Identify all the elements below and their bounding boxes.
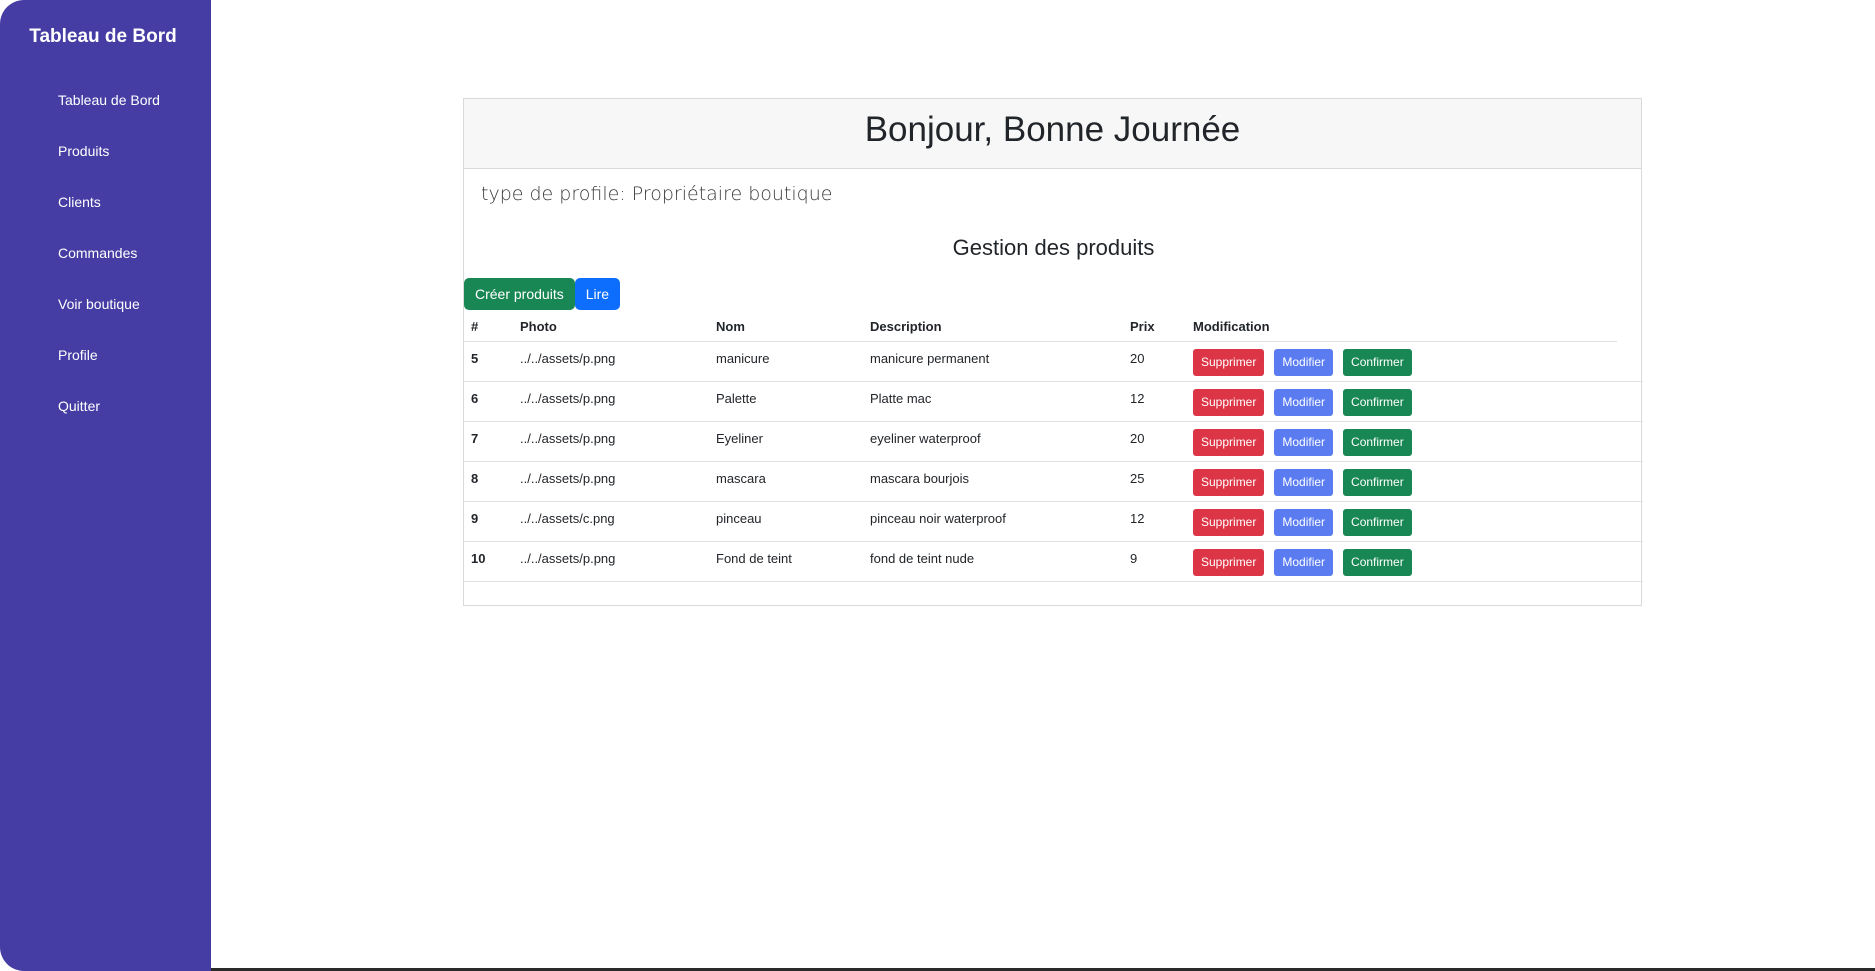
- create-products-button[interactable]: Créer produits: [464, 278, 575, 310]
- cell-photo: ../../assets/c.png: [513, 501, 709, 542]
- cell-actions: Supprimer Modifier Confirmer: [1186, 381, 1617, 422]
- header-nom: Nom: [709, 312, 863, 342]
- cell-nom: Eyeliner: [709, 421, 863, 462]
- cell-id: 9: [464, 501, 513, 542]
- table-row: 10 ../../assets/p.png Fond de teint fond de…: [464, 541, 1643, 582]
- table-body: 5 ../../assets/p.png manicure manicure perm…: [464, 341, 1643, 582]
- delete-button[interactable]: Supprimer: [1193, 469, 1265, 496]
- section-title: Gestion des produits: [952, 235, 1155, 260]
- confirm-button[interactable]: Confirmer: [1343, 549, 1412, 576]
- sidebar-item-profile[interactable]: Profile: [58, 343, 160, 394]
- delete-button[interactable]: Supprimer: [1193, 429, 1265, 456]
- confirm-button[interactable]: Confirmer: [1343, 349, 1412, 376]
- cell-filler: [1617, 501, 1643, 542]
- greeting-header: Bonjour, Bonne Journée: [464, 99, 1641, 169]
- edit-button[interactable]: Modifier: [1274, 549, 1334, 576]
- delete-button[interactable]: Supprimer: [1193, 389, 1265, 416]
- header-description: Description: [863, 312, 1123, 342]
- sidebar-nav: Tableau de Bord Produits Clients Commandes V…: [58, 88, 160, 445]
- cell-photo: ../../assets/p.png: [513, 461, 709, 502]
- sidebar-item-clients[interactable]: Clients: [58, 190, 160, 241]
- cell-description: pinceau noir waterproof: [863, 501, 1123, 542]
- cell-nom: Palette: [709, 381, 863, 422]
- header-photo: Photo: [513, 312, 709, 342]
- edit-button[interactable]: Modifier: [1274, 349, 1334, 376]
- table-row: 6 ../../assets/p.png Palette Platte mac 12 Su…: [464, 381, 1643, 422]
- edit-button[interactable]: Modifier: [1274, 509, 1334, 536]
- cell-photo: ../../assets/p.png: [513, 381, 709, 422]
- cell-prix: 9: [1123, 541, 1186, 582]
- confirm-button[interactable]: Confirmer: [1343, 429, 1412, 456]
- header-prix: Prix: [1123, 312, 1186, 342]
- cell-photo: ../../assets/p.png: [513, 541, 709, 582]
- edit-button[interactable]: Modifier: [1274, 429, 1334, 456]
- cell-nom: Fond de teint: [709, 541, 863, 582]
- header-modification: Modification: [1186, 312, 1617, 342]
- cell-filler: [1617, 461, 1643, 502]
- sidebar-item-commandes[interactable]: Commandes: [58, 241, 160, 292]
- cell-id: 7: [464, 421, 513, 462]
- products-card: Bonjour, Bonne Journée type de profile: …: [463, 98, 1643, 606]
- cell-actions: Supprimer Modifier Confirmer: [1186, 501, 1617, 542]
- cell-nom: pinceau: [709, 501, 863, 542]
- sidebar-brand: Tableau de Bord: [29, 26, 177, 47]
- table-row: 9 ../../assets/c.png pinceau pinceau noir w…: [464, 501, 1643, 542]
- sidebar-item-quitter[interactable]: Quitter: [58, 394, 160, 445]
- cell-actions: Supprimer Modifier Confirmer: [1186, 421, 1617, 462]
- cell-description: eyeliner waterproof: [863, 421, 1123, 462]
- delete-button[interactable]: Supprimer: [1193, 349, 1265, 376]
- delete-button[interactable]: Supprimer: [1193, 549, 1265, 576]
- cell-id: 10: [464, 541, 513, 582]
- delete-button[interactable]: Supprimer: [1193, 509, 1265, 536]
- table-row: 8 ../../assets/p.png mascara mascara bourjo…: [464, 461, 1643, 502]
- cell-filler: [1617, 341, 1643, 382]
- sidebar: Tableau de Bord Tableau de Bord Produits C…: [0, 0, 211, 971]
- profile-type-text: type de profile: Propriétaire boutique: [481, 183, 833, 205]
- cell-id: 6: [464, 381, 513, 422]
- products-table: # Photo Nom Description Prix Modificatio…: [464, 312, 1643, 582]
- cell-prix: 20: [1123, 341, 1186, 382]
- cell-prix: 25: [1123, 461, 1186, 502]
- cell-prix: 20: [1123, 421, 1186, 462]
- confirm-button[interactable]: Confirmer: [1343, 469, 1412, 496]
- cell-description: mascara bourjois: [863, 461, 1123, 502]
- confirm-button[interactable]: Confirmer: [1343, 509, 1412, 536]
- sidebar-item-tableau-de-bord[interactable]: Tableau de Bord: [58, 88, 160, 139]
- action-button-row: Créer produits Lire: [464, 278, 621, 310]
- read-button[interactable]: Lire: [574, 278, 621, 310]
- sidebar-item-voir-boutique[interactable]: Voir boutique: [58, 292, 160, 343]
- header-id: #: [464, 312, 513, 342]
- cell-description: fond de teint nude: [863, 541, 1123, 582]
- cell-filler: [1617, 421, 1643, 462]
- cell-nom: manicure: [709, 341, 863, 382]
- confirm-button[interactable]: Confirmer: [1343, 389, 1412, 416]
- cell-prix: 12: [1123, 381, 1186, 422]
- edit-button[interactable]: Modifier: [1274, 389, 1334, 416]
- table-header-row: # Photo Nom Description Prix Modificatio…: [464, 312, 1643, 342]
- cell-filler: [1617, 541, 1643, 582]
- header-filler: [1617, 312, 1643, 342]
- cell-photo: ../../assets/p.png: [513, 421, 709, 462]
- cell-actions: Supprimer Modifier Confirmer: [1186, 461, 1617, 502]
- edit-button[interactable]: Modifier: [1274, 469, 1334, 496]
- cell-nom: mascara: [709, 461, 863, 502]
- cell-id: 8: [464, 461, 513, 502]
- table-row: 7 ../../assets/p.png Eyeliner eyeliner wate…: [464, 421, 1643, 462]
- cell-id: 5: [464, 341, 513, 382]
- cell-photo: ../../assets/p.png: [513, 341, 709, 382]
- cell-filler: [1617, 381, 1643, 422]
- cell-actions: Supprimer Modifier Confirmer: [1186, 341, 1617, 382]
- cell-prix: 12: [1123, 501, 1186, 542]
- products-table-wrap: # Photo Nom Description Prix Modificatio…: [464, 312, 1643, 582]
- sidebar-item-produits[interactable]: Produits: [58, 139, 160, 190]
- cell-description: Platte mac: [863, 381, 1123, 422]
- table-row: 5 ../../assets/p.png manicure manicure perm…: [464, 341, 1643, 382]
- cell-actions: Supprimer Modifier Confirmer: [1186, 541, 1617, 582]
- cell-description: manicure permanent: [863, 341, 1123, 382]
